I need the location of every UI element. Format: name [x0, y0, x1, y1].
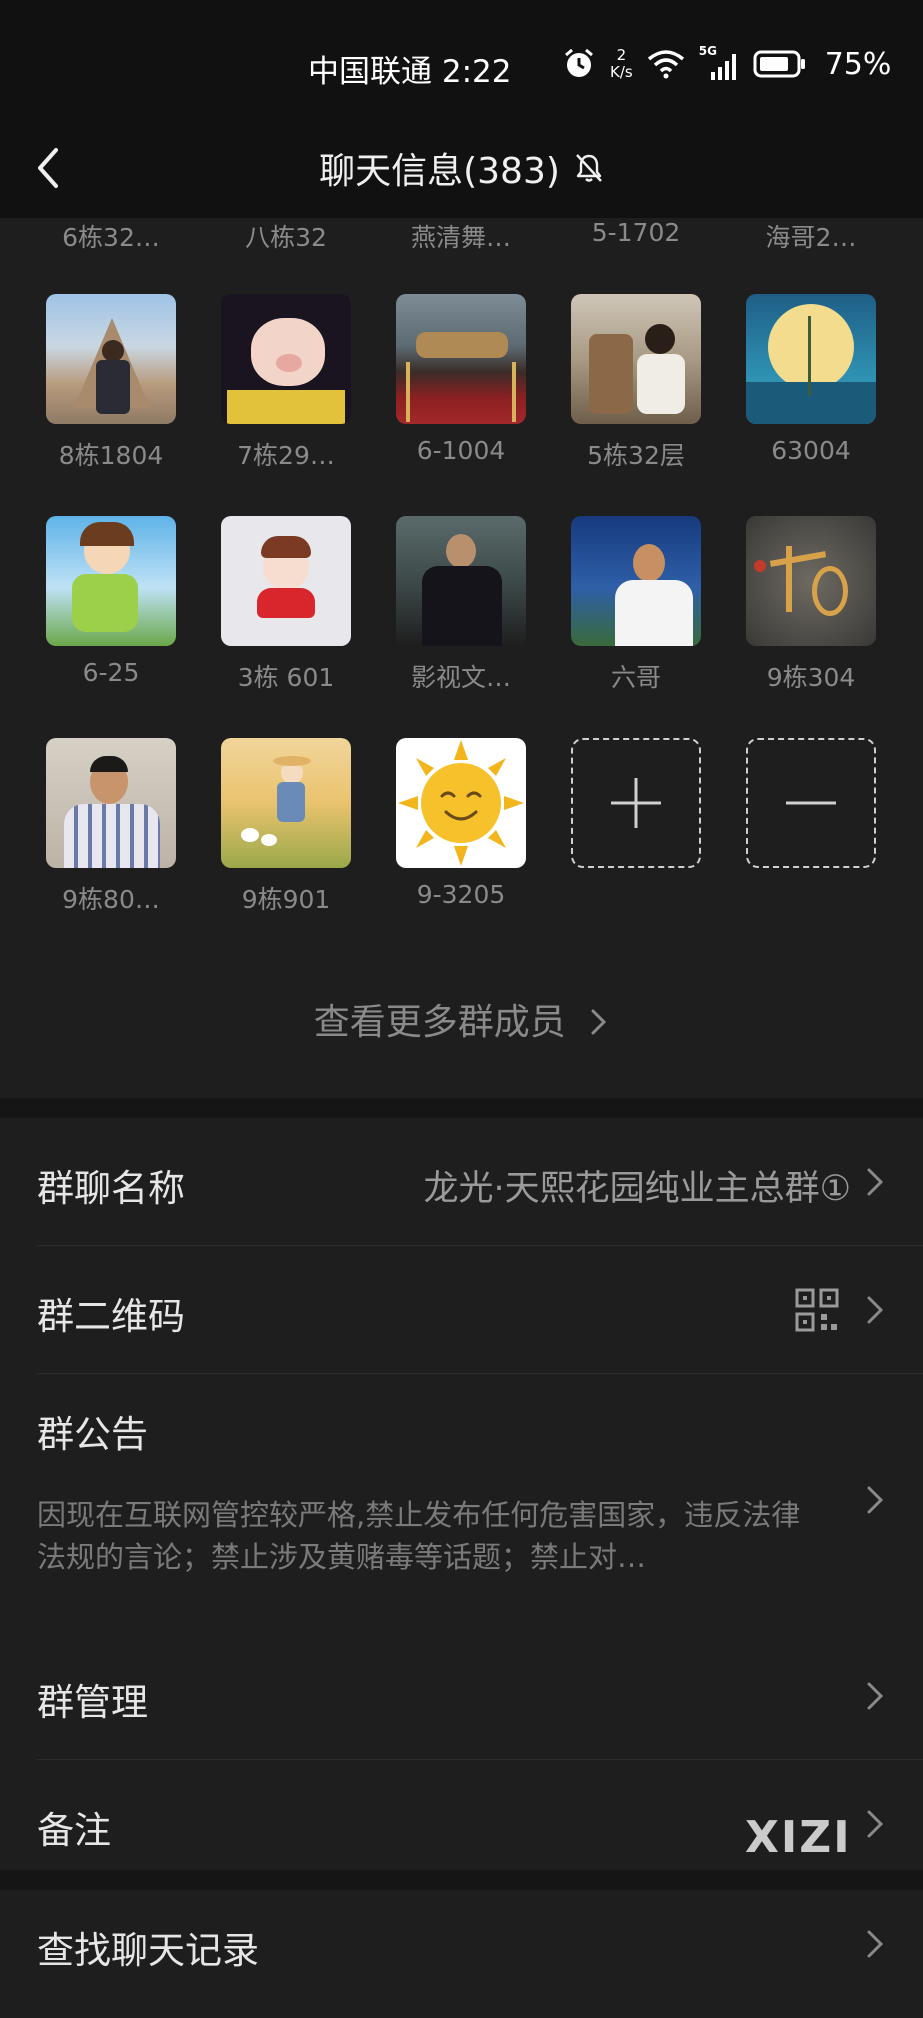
group-name-row[interactable]: 群聊名称 龙光·天熙花园纯业主总群①: [0, 1118, 923, 1246]
status-bar: 中国联通 2:22 2 K/s 5G 75%: [0, 0, 923, 120]
net-speed: 2 K/s: [610, 46, 633, 81]
chevron-right-icon: [867, 1930, 884, 1958]
member-name: 5栋32层: [587, 441, 685, 470]
cellular-signal: 5G: [699, 44, 739, 80]
clock: 2:22: [441, 54, 512, 90]
member-name: 3栋 601: [237, 663, 335, 692]
add-member-button[interactable]: [566, 738, 706, 868]
chevron-right-icon: [867, 1810, 884, 1838]
member-avatar[interactable]: [396, 294, 526, 424]
nav-bar: 聊天信息(383): [0, 120, 923, 218]
member-item[interactable]: 3栋 601: [216, 516, 356, 694]
member-item[interactable]: 7栋29…: [216, 294, 356, 472]
member-name[interactable]: 燕清舞…: [391, 218, 531, 254]
clipped-member-row: 6栋32… 八栋32 燕清舞… 5-1702 海哥2…: [0, 218, 923, 254]
member-item[interactable]: 9栋304: [741, 516, 881, 694]
carrier-name: 中国联通: [308, 54, 432, 90]
group-qr-row[interactable]: 群二维码: [0, 1246, 923, 1374]
member-name: 9栋901: [241, 885, 331, 914]
member-name: 7栋29…: [237, 441, 335, 470]
group-manage-row[interactable]: 群管理: [0, 1632, 923, 1760]
member-item[interactable]: 6-25: [41, 516, 181, 687]
member-item[interactable]: 六哥: [566, 516, 706, 694]
group-notice-text: 因现在互联网管控较严格,禁止发布任何危害国家，违反法律法规的言论；禁止涉及黄赌毒…: [37, 1498, 801, 1574]
member-avatar[interactable]: [396, 738, 526, 868]
member-avatar[interactable]: [46, 294, 176, 424]
member-avatar[interactable]: [746, 294, 876, 424]
search-history-label: 查找聊天记录: [37, 1929, 259, 1972]
member-name: 9栋304: [766, 663, 856, 692]
member-item[interactable]: 9栋901: [216, 738, 356, 916]
qr-code-icon: [795, 1288, 839, 1332]
battery-percent: 75%: [824, 46, 892, 82]
search-section: 查找聊天记录: [0, 1890, 923, 2018]
member-item[interactable]: 9-3205: [391, 738, 531, 909]
member-name: 6-25: [82, 658, 140, 687]
member-avatar[interactable]: [571, 516, 701, 646]
member-avatar[interactable]: [396, 516, 526, 646]
view-more-members-link[interactable]: 查看更多群成员: [0, 993, 923, 1045]
member-item[interactable]: 63004: [741, 294, 881, 465]
member-avatar[interactable]: [221, 516, 351, 646]
group-notice-row[interactable]: 群公告 因现在互联网管控较严格,禁止发布任何危害国家，违反法律法规的言论；禁止涉…: [0, 1374, 923, 1632]
member-item[interactable]: 8栋1804: [41, 294, 181, 472]
member-name[interactable]: 八栋32: [216, 218, 356, 254]
member-name: 9-3205: [416, 880, 506, 909]
group-qr-label: 群二维码: [37, 1295, 185, 1338]
member-name: 8栋1804: [58, 441, 164, 470]
alarm-icon: [565, 48, 593, 77]
group-notice-label: 群公告: [37, 1413, 148, 1456]
battery-icon: [753, 50, 805, 78]
member-item[interactable]: 5栋32层: [566, 294, 706, 472]
status-icons: 2 K/s 5G 75%: [562, 44, 891, 84]
carrier-time: 中国联通 2:22: [308, 46, 511, 91]
member-item[interactable]: 影视文…: [391, 516, 531, 694]
page-title-text: 聊天信息(383): [319, 151, 560, 192]
search-history-row[interactable]: 查找聊天记录: [0, 1890, 923, 2018]
chevron-right-icon: [867, 1682, 884, 1710]
member-name: 9栋80…: [62, 885, 160, 914]
minus-icon: [786, 801, 836, 805]
member-name[interactable]: 6栋32…: [41, 218, 181, 254]
group-name-label: 群聊名称: [37, 1167, 185, 1210]
member-avatar[interactable]: [221, 738, 351, 868]
member-avatar[interactable]: [571, 294, 701, 424]
member-name[interactable]: 5-1702: [566, 218, 706, 247]
mute-bell-icon: [576, 154, 602, 182]
wifi-icon: [647, 50, 684, 79]
member-grid: 6栋32… 八栋32 燕清舞… 5-1702 海哥2… 8栋1804 7栋29……: [0, 218, 923, 1098]
section-divider: [0, 1098, 923, 1118]
member-name: 六哥: [610, 663, 661, 692]
chevron-right-icon: [591, 1009, 607, 1035]
member-avatar[interactable]: [46, 738, 176, 868]
signal-icon: [710, 54, 736, 80]
add-member-box[interactable]: [571, 738, 701, 868]
watermark: XIZI: [745, 1812, 852, 1863]
section-divider: [0, 1870, 923, 1890]
group-settings-list: 群聊名称 龙光·天熙花园纯业主总群① 群二维码 群公告 因现在互联网管控较严格,…: [0, 1118, 923, 1888]
chevron-right-icon: [867, 1168, 884, 1196]
member-name[interactable]: 海哥2…: [741, 218, 881, 254]
chevron-right-icon: [867, 1486, 884, 1514]
chevron-right-icon: [867, 1296, 884, 1324]
member-avatar[interactable]: [46, 516, 176, 646]
member-name: 影视文…: [410, 663, 511, 692]
member-avatar[interactable]: [221, 294, 351, 424]
page-title: 聊天信息(383): [0, 142, 923, 194]
plus-icon: [611, 778, 661, 828]
sun-emoji-icon: [398, 740, 524, 866]
member-avatar[interactable]: [746, 516, 876, 646]
member-name: 63004: [771, 436, 851, 465]
remove-member-box[interactable]: [746, 738, 876, 868]
group-name-value: 龙光·天熙花园纯业主总群①: [423, 1169, 851, 1209]
member-item[interactable]: 6-1004: [391, 294, 531, 465]
member-name: 6-1004: [416, 436, 506, 465]
group-manage-label: 群管理: [37, 1681, 148, 1724]
remove-member-button[interactable]: [741, 738, 881, 868]
remark-label: 备注: [37, 1809, 111, 1852]
member-item[interactable]: 9栋80…: [41, 738, 181, 916]
